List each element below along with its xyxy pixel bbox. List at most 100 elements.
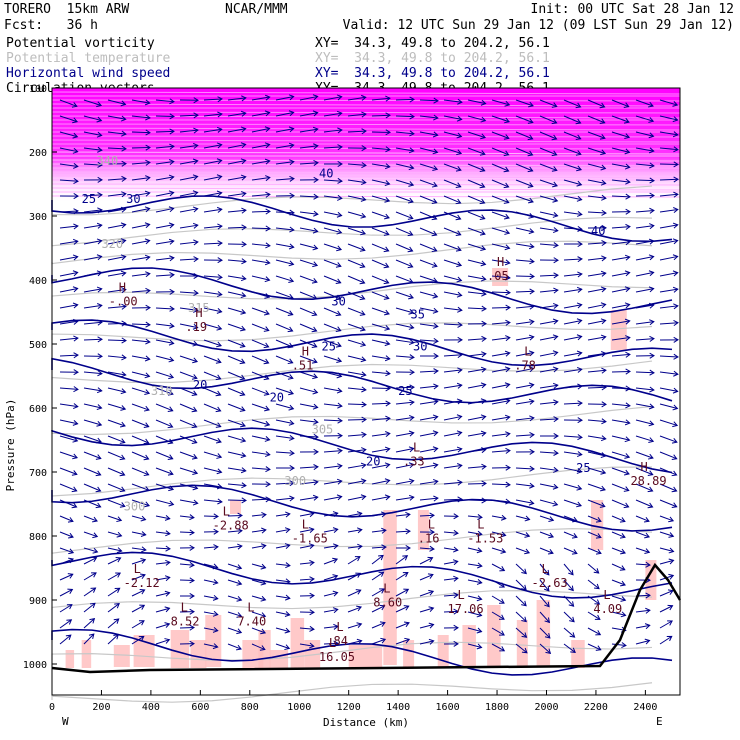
extremum-low-marker: L	[524, 345, 531, 359]
extremum-low-marker: L	[336, 620, 343, 634]
wind-vector	[251, 307, 270, 316]
x-tick-label: 1600	[436, 702, 460, 713]
wind-vector	[203, 355, 222, 364]
wind-vector	[563, 318, 583, 325]
wind-vector	[491, 547, 507, 554]
wind-vector	[659, 353, 679, 360]
wind-vector	[491, 382, 511, 389]
wind-vector	[659, 303, 679, 310]
wind-vector	[131, 271, 151, 278]
extremum-value: 16.05	[319, 650, 355, 664]
wind-vector	[179, 577, 195, 584]
wind-vector	[659, 515, 675, 523]
wind-vector	[395, 399, 415, 406]
wind-vector	[659, 435, 678, 444]
y-tick-label: 100	[29, 84, 47, 95]
wind-vector	[107, 337, 127, 344]
wind-vector	[467, 547, 483, 554]
wind-vector	[371, 227, 390, 236]
wind-vector	[251, 403, 270, 412]
wind-vector	[659, 222, 679, 229]
wind-vector	[491, 304, 511, 311]
wind-vector	[659, 387, 679, 394]
wind-vector	[275, 449, 295, 456]
wind-vector	[59, 531, 74, 539]
wind-vector	[107, 270, 127, 277]
wind-vector	[83, 451, 102, 460]
wind-vector	[155, 467, 174, 476]
wind-vector	[107, 403, 127, 411]
wind-vector	[203, 419, 222, 428]
wind-vector	[395, 323, 415, 330]
extremum-high-marker: H	[640, 460, 647, 474]
wind-vector	[563, 611, 575, 623]
wind-vector	[227, 563, 243, 570]
wind-vector	[539, 433, 559, 440]
wind-vector	[107, 515, 123, 523]
x-tick-label: 1200	[337, 702, 361, 713]
wind-vector	[659, 320, 679, 327]
wind-vector	[275, 627, 291, 634]
wind-vector	[539, 449, 559, 456]
x-tick-label: 2200	[584, 702, 608, 713]
wind-vector	[563, 434, 583, 441]
wind-vector	[611, 499, 630, 509]
wind-vector	[347, 605, 362, 613]
wind-vector	[371, 554, 384, 565]
wind-vector	[203, 223, 223, 230]
wind-vector	[155, 419, 174, 429]
wind-vector	[659, 547, 675, 554]
wind-vector	[467, 497, 487, 504]
wind-vector	[611, 270, 631, 277]
wind-vector	[611, 595, 627, 602]
wind-speed-label: 25	[576, 461, 590, 475]
wind-vector	[515, 563, 527, 575]
wind-vector	[395, 259, 414, 269]
wind-vector	[203, 435, 222, 444]
wind-speed-label: 30	[126, 192, 140, 206]
wind-vector	[371, 307, 390, 316]
wind-vector	[59, 451, 78, 460]
wind-vector	[155, 371, 175, 380]
y-tick-label: 600	[29, 404, 47, 415]
wind-vector	[587, 643, 602, 651]
wind-vector	[275, 419, 295, 426]
wind-vector	[131, 515, 147, 522]
wind-vector	[419, 430, 439, 437]
extremum-low-marker: L	[181, 601, 188, 615]
wind-vector	[635, 515, 650, 523]
wind-vector	[347, 339, 367, 347]
wind-vector	[275, 643, 291, 651]
wind-vector	[299, 307, 318, 317]
wind-vector	[251, 242, 271, 249]
wind-vector	[179, 561, 195, 568]
wind-vector	[275, 323, 294, 333]
wind-vector	[491, 563, 506, 572]
y-tick-label: 900	[29, 596, 47, 607]
wind-vector	[371, 291, 390, 300]
wind-vector	[83, 238, 103, 245]
wind-vector	[347, 275, 366, 285]
wind-vector	[227, 339, 246, 348]
wind-vector	[539, 257, 559, 264]
wind-vector	[395, 528, 411, 535]
wind-vector	[83, 617, 96, 629]
wind-vector	[347, 323, 366, 332]
wind-vector	[83, 419, 103, 427]
wind-vector	[515, 432, 535, 439]
wind-vector	[587, 240, 607, 247]
wind-vector	[131, 403, 150, 412]
extremum-high-marker: H	[119, 281, 126, 295]
extremum-value: .78	[514, 359, 536, 373]
wind-vector	[443, 259, 463, 268]
wind-vector	[275, 275, 295, 283]
wind-vector	[179, 514, 195, 521]
wind-vector	[347, 431, 367, 438]
wind-vector	[587, 286, 607, 293]
wind-vector	[443, 291, 463, 298]
wind-vector	[299, 609, 315, 616]
wind-vector	[59, 419, 79, 426]
wind-vector	[635, 531, 651, 539]
wind-vector	[299, 243, 319, 251]
wind-vector	[443, 275, 463, 283]
